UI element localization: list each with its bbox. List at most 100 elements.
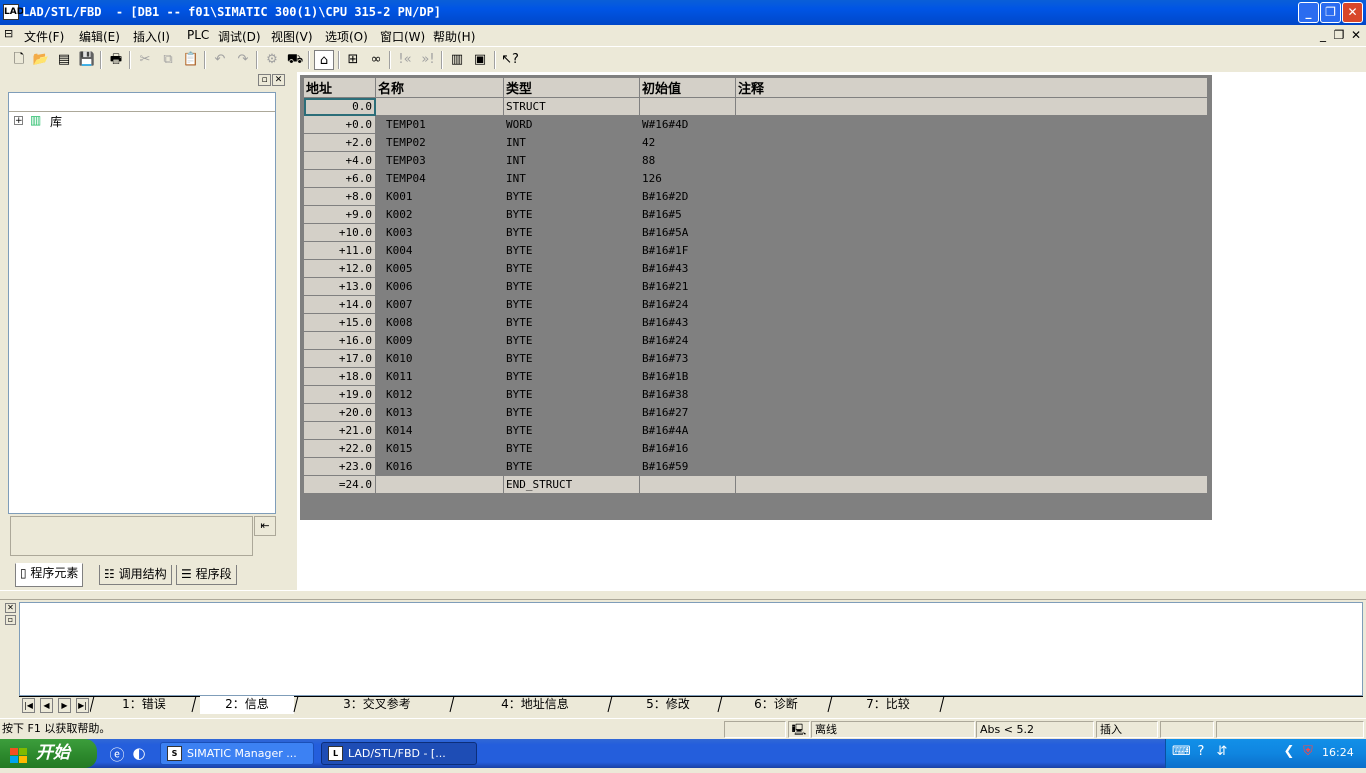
download-icon[interactable]: ⛟ [285, 50, 305, 70]
prev-block-icon[interactable]: !« [395, 50, 415, 70]
help-icon[interactable]: ? [1193, 744, 1209, 760]
initial-value-cell[interactable]: B#16#4A [639, 421, 736, 440]
splitter[interactable] [0, 590, 1366, 600]
table-row[interactable]: +16.0 K009 BYTE B#16#24 [303, 331, 1208, 350]
doc-restore-button[interactable]: ❐ [1332, 28, 1346, 42]
comment-cell[interactable] [735, 205, 1208, 224]
type-cell[interactable]: BYTE [503, 331, 640, 350]
initial-value-cell[interactable]: B#16#5 [639, 205, 736, 224]
comment-cell[interactable] [735, 187, 1208, 206]
name-cell[interactable]: TEMP02 [375, 133, 504, 152]
name-cell[interactable]: K001 [375, 187, 504, 206]
doc-close-button[interactable]: ✕ [1349, 28, 1363, 42]
comment-cell[interactable] [735, 151, 1208, 170]
name-cell[interactable]: K011 [375, 367, 504, 386]
task-lad-stl-fbd[interactable]: L LAD/STL/FBD - [... [321, 742, 477, 765]
library-tree[interactable] [8, 92, 276, 514]
insert-element-button[interactable]: ⇤ [254, 516, 276, 536]
address-cell[interactable]: +19.0 [303, 385, 376, 404]
doc-minimize-button[interactable]: _ [1316, 28, 1330, 42]
undo-icon[interactable]: ↶ [210, 50, 230, 70]
name-cell[interactable]: K006 [375, 277, 504, 296]
table-row[interactable]: +13.0 K006 BYTE B#16#21 [303, 277, 1208, 296]
accessible-nodes-icon[interactable]: ▤ [54, 50, 74, 70]
table-row[interactable]: +8.0 K001 BYTE B#16#2D [303, 187, 1208, 206]
redo-icon[interactable]: ↷ [233, 50, 253, 70]
initial-value-cell[interactable] [639, 97, 736, 116]
start-button[interactable]: 开始 [0, 739, 97, 768]
type-cell[interactable]: BYTE [503, 385, 640, 404]
comment-cell[interactable] [735, 457, 1208, 476]
output-float-button[interactable]: ▫ [5, 615, 16, 625]
glasses-icon[interactable]: ∞ [366, 50, 386, 70]
tree-item-library[interactable]: 库 [50, 113, 62, 130]
table-row[interactable]: 0.0 STRUCT [303, 97, 1208, 116]
table-row[interactable]: +2.0 TEMP02 INT 42 [303, 133, 1208, 152]
initial-value-cell[interactable]: B#16#43 [639, 259, 736, 278]
table-row[interactable]: +9.0 K002 BYTE B#16#5 [303, 205, 1208, 224]
name-cell[interactable]: K005 [375, 259, 504, 278]
menu-plc[interactable]: PLC [187, 28, 209, 42]
cut-icon[interactable]: ✂ [135, 50, 155, 70]
comment-cell[interactable] [735, 349, 1208, 368]
table-row[interactable]: +17.0 K010 BYTE B#16#73 [303, 349, 1208, 368]
address-cell[interactable]: +21.0 [303, 421, 376, 440]
tray-expand-icon[interactable]: ❮ [1281, 744, 1297, 760]
address-cell[interactable]: +12.0 [303, 259, 376, 278]
type-cell[interactable]: BYTE [503, 223, 640, 242]
name-cell[interactable] [375, 475, 504, 494]
table-row[interactable]: +4.0 TEMP03 INT 88 [303, 151, 1208, 170]
initial-value-cell[interactable]: 42 [639, 133, 736, 152]
address-cell[interactable]: +9.0 [303, 205, 376, 224]
address-cell[interactable]: +18.0 [303, 367, 376, 386]
panel-close-button[interactable]: ✕ [272, 74, 285, 86]
address-cell[interactable]: +4.0 [303, 151, 376, 170]
initial-value-cell[interactable]: B#16#1F [639, 241, 736, 260]
initial-value-cell[interactable]: B#16#73 [639, 349, 736, 368]
name-cell[interactable]: TEMP04 [375, 169, 504, 188]
expand-icon[interactable]: + [14, 116, 23, 126]
address-cell[interactable]: +2.0 [303, 133, 376, 152]
table-row[interactable]: +6.0 TEMP04 INT 126 [303, 169, 1208, 188]
type-cell[interactable]: INT [503, 169, 640, 188]
type-cell[interactable]: BYTE [503, 187, 640, 206]
name-cell[interactable]: TEMP03 [375, 151, 504, 170]
comment-cell[interactable] [735, 223, 1208, 242]
type-cell[interactable]: BYTE [503, 349, 640, 368]
print-icon[interactable]: 🖶 [106, 50, 126, 70]
tab-networks[interactable]: ☰ 程序段 [176, 565, 237, 585]
comment-cell[interactable] [735, 277, 1208, 296]
name-cell[interactable]: K009 [375, 331, 504, 350]
initial-value-cell[interactable]: B#16#59 [639, 457, 736, 476]
tab-call-structure[interactable]: ☷ 调用结构 [99, 565, 172, 585]
table-row[interactable]: +12.0 K005 BYTE B#16#43 [303, 259, 1208, 278]
comment-cell[interactable] [735, 313, 1208, 332]
table-row[interactable]: +20.0 K013 BYTE B#16#27 [303, 403, 1208, 422]
keyboard-icon[interactable]: ⌨ [1172, 744, 1191, 760]
address-cell[interactable]: 0.0 [303, 97, 376, 116]
table-row[interactable]: =24.0 END_STRUCT [303, 475, 1208, 494]
comment-cell[interactable] [735, 331, 1208, 350]
comment-cell[interactable] [735, 133, 1208, 152]
table-row[interactable]: +11.0 K004 BYTE B#16#1F [303, 241, 1208, 260]
address-cell[interactable]: +15.0 [303, 313, 376, 332]
restore-button[interactable]: ❐ [1320, 2, 1341, 23]
initial-value-cell[interactable]: B#16#2D [639, 187, 736, 206]
details-window-icon[interactable]: ▣ [470, 50, 490, 70]
initial-value-cell[interactable]: B#16#1B [639, 367, 736, 386]
initial-value-cell[interactable]: B#16#27 [639, 403, 736, 422]
type-cell[interactable]: WORD [503, 115, 640, 134]
minimize-button[interactable]: _ [1298, 2, 1319, 23]
name-cell[interactable]: K016 [375, 457, 504, 476]
table-row[interactable]: +0.0 TEMP01 WORD W#16#4D [303, 115, 1208, 134]
quicklaunch-icon[interactable]: ◐ [130, 744, 148, 762]
name-cell[interactable]: K010 [375, 349, 504, 368]
address-cell[interactable]: +13.0 [303, 277, 376, 296]
overview-window-icon[interactable]: ▥ [447, 50, 467, 70]
type-cell[interactable]: BYTE [503, 367, 640, 386]
comment-cell[interactable] [735, 169, 1208, 188]
open-icon[interactable]: 📂 [31, 50, 51, 70]
address-cell[interactable]: +22.0 [303, 439, 376, 458]
output-content[interactable] [19, 602, 1363, 696]
comment-cell[interactable] [735, 295, 1208, 314]
